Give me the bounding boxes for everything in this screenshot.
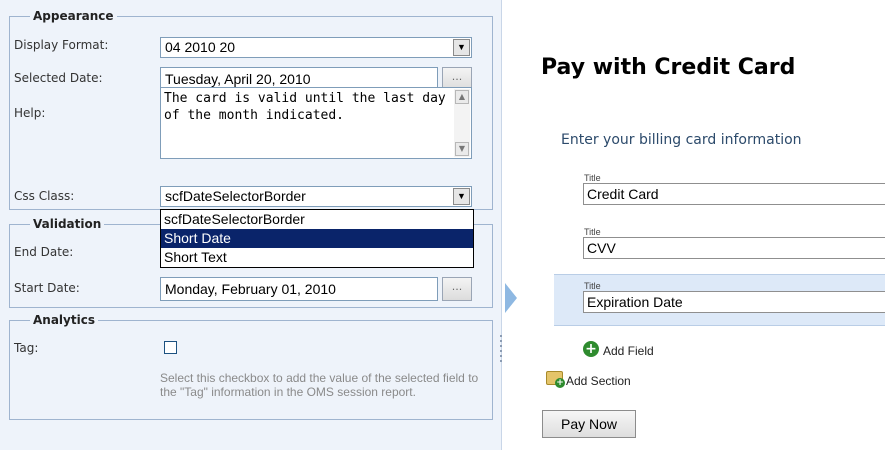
- display-format-label: Display Format:: [14, 38, 109, 52]
- appearance-legend: Appearance: [30, 9, 117, 23]
- help-textarea[interactable]: The card is valid until the last day of …: [160, 87, 472, 159]
- help-text: The card is valid until the last day of …: [164, 91, 454, 123]
- add-section-label: Add Section: [566, 374, 631, 388]
- form-title: Pay with Credit Card: [541, 55, 796, 80]
- help-label: Help:: [14, 106, 46, 120]
- add-section-icon: [546, 371, 565, 388]
- tag-help-text: Select this checkbox to add the value of…: [160, 371, 479, 399]
- dropdown-option-highlighted[interactable]: Short Date: [161, 229, 473, 248]
- credit-card-input[interactable]: Credit Card: [583, 183, 885, 205]
- css-class-label: Css Class:: [14, 189, 75, 203]
- analytics-group: Analytics: [9, 313, 493, 420]
- css-class-dropdown-list[interactable]: scfDateSelectorBorder Short Date Short T…: [160, 209, 474, 268]
- validation-legend: Validation: [30, 217, 105, 231]
- form-field-expiration-date[interactable]: Title Expiration Date: [573, 281, 885, 321]
- end-date-label: End Date:: [14, 245, 74, 259]
- scroll-down-icon[interactable]: ▼: [455, 142, 469, 156]
- selected-field-pointer-icon: [505, 283, 517, 313]
- selected-date-label: Selected Date:: [14, 71, 103, 85]
- tag-checkbox[interactable]: [164, 341, 177, 354]
- chevron-down-icon[interactable]: ▼: [453, 188, 470, 205]
- chevron-down-icon[interactable]: ▼: [453, 39, 470, 56]
- form-preview: Pay with Credit Card Enter your billing …: [520, 0, 885, 450]
- scroll-up-icon[interactable]: ▲: [455, 90, 469, 104]
- css-class-select[interactable]: scfDateSelectorBorder ▼: [160, 186, 472, 207]
- start-date-label: Start Date:: [14, 281, 80, 295]
- tag-label: Tag:: [14, 341, 39, 355]
- dropdown-option[interactable]: scfDateSelectorBorder: [161, 210, 473, 229]
- start-date-picker-button[interactable]: ...: [442, 277, 472, 301]
- display-format-select[interactable]: 04 2010 20 ▼: [160, 37, 472, 58]
- start-date-input[interactable]: Monday, February 01, 2010: [160, 277, 438, 301]
- css-class-value: scfDateSelectorBorder: [165, 188, 306, 204]
- splitter-handle[interactable]: [500, 335, 503, 365]
- analytics-legend: Analytics: [30, 313, 98, 327]
- add-circle-icon: +: [583, 341, 599, 357]
- cvv-input[interactable]: CVV: [583, 237, 885, 259]
- field-caption: Title: [584, 281, 601, 291]
- dropdown-option[interactable]: Short Text: [161, 248, 473, 267]
- form-field-cvv[interactable]: Title CVV: [573, 227, 885, 267]
- pay-now-button[interactable]: Pay Now: [542, 410, 636, 438]
- properties-panel: Appearance Display Format: 04 2010 20 ▼ …: [0, 0, 502, 450]
- display-format-value: 04 2010 20: [165, 39, 236, 55]
- field-caption: Title: [584, 227, 601, 237]
- help-scrollbar[interactable]: ▲ ▼: [454, 89, 470, 157]
- field-caption: Title: [584, 173, 601, 183]
- form-field-credit-card[interactable]: Title Credit Card: [573, 173, 885, 213]
- add-field-label: Add Field: [603, 344, 654, 358]
- expiration-date-input[interactable]: Expiration Date: [583, 291, 885, 313]
- form-subtitle: Enter your billing card information: [561, 132, 802, 148]
